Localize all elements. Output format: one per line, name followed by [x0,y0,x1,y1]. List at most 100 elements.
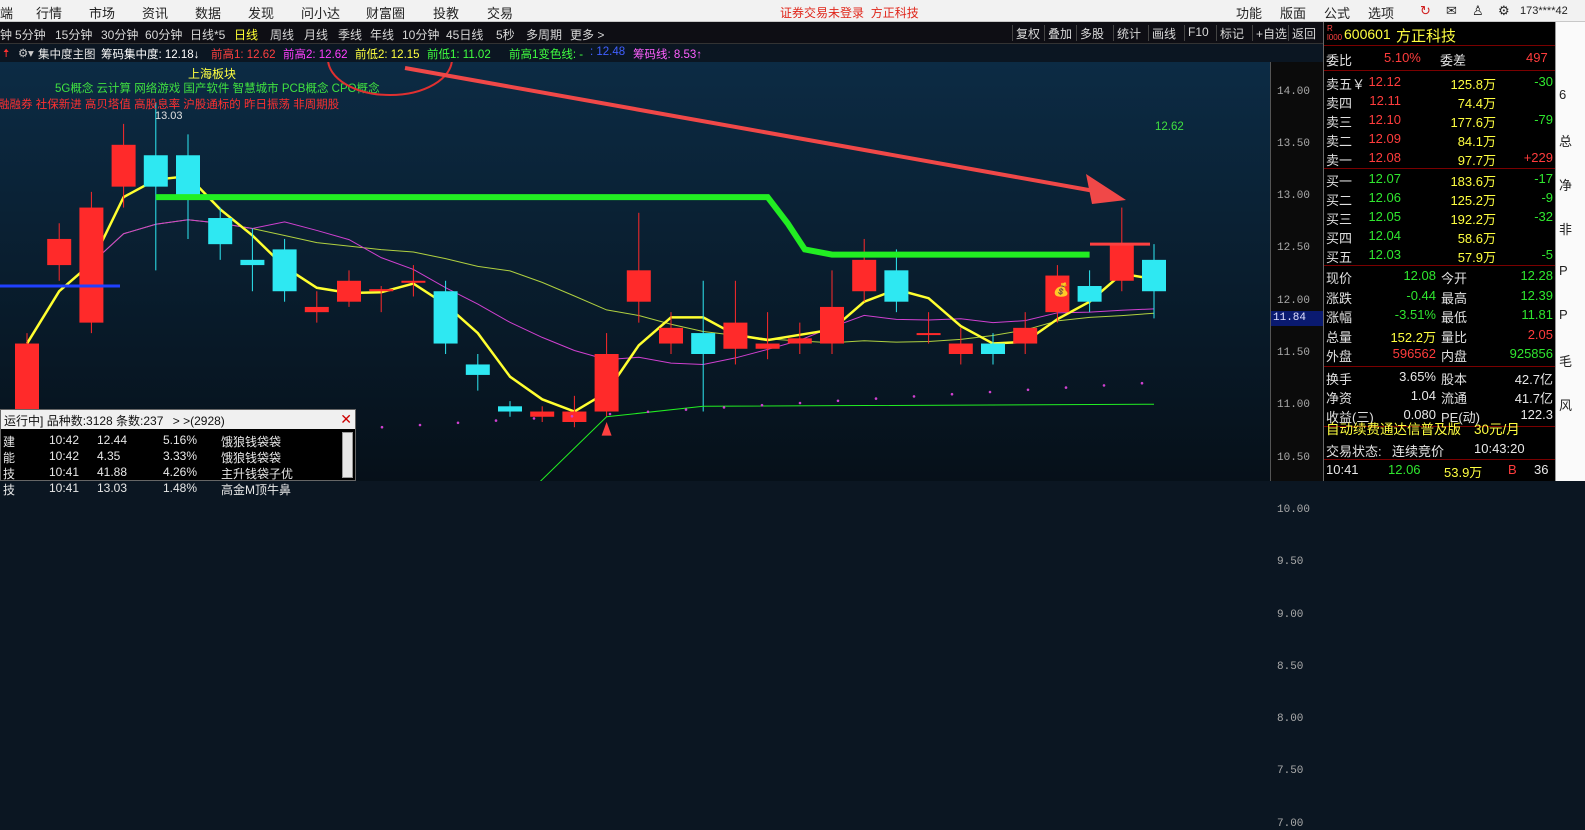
draw-line-button[interactable]: 画线 [1148,25,1179,41]
bid-row: 买一 12.07 183.6万 -17 [1324,170,1556,189]
menu-bar: 端 行情 市场 资讯 数据 发现 问小达 财富圈 投教 交易 证券交易未登录 方… [0,0,1585,22]
menu-item-trade[interactable]: 交易 [487,3,513,22]
period-tab-more[interactable]: 更多 > [570,26,604,43]
period-tab-weekly[interactable]: 周线 [270,26,294,43]
candle-body [981,343,1005,354]
promo-banner[interactable]: 自动续费通达信普及版 30元/月 [1324,417,1556,437]
period-tab-5sec[interactable]: 5秒 [496,26,515,43]
indicator-value: 前低1: 11.02 [427,49,491,61]
ask-price: 12.10 [1368,112,1401,127]
trade-login-status[interactable]: 证券交易未登录 方正科技 [780,4,919,21]
bid-volume: 57.9万 [1457,250,1496,265]
signal-row[interactable]: 技 10:41 41.88 4.26% 主升钱袋子优 [1,464,341,481]
period-tab-day5[interactable]: 日线*5 [190,26,225,43]
edge-label: 毛 [1559,354,1573,369]
stat-value: -3.51% [1394,307,1436,322]
add-watchlist-button[interactable]: +自选 [1252,25,1290,41]
menu-item-functions[interactable]: 功能 [1236,3,1262,22]
mark-button[interactable]: 标记 [1216,25,1247,41]
period-tab-multi[interactable]: 多周期 [526,26,562,43]
stat-row: 涨跌 -0.44 最高 12.39 [1324,287,1556,306]
period-tab-monthly[interactable]: 月线 [304,26,328,43]
menu-item-wealth-circle[interactable]: 财富圈 [366,3,405,22]
chip-dot [760,403,764,407]
chip-dot [646,410,650,414]
chip-dot [912,395,916,398]
candle-body [15,343,39,417]
signal-row[interactable]: 技 10:41 13.03 1.48% 高金M顶牛鼻 [1,480,341,497]
stat-label: 今开 [1441,271,1468,286]
level-badge: Rl000 [1327,24,1343,42]
price-tick: 10.50 [1277,451,1311,464]
period-tab-45day[interactable]: 45日线 [446,26,483,43]
period-tab-30min[interactable]: 30分钟 [101,26,138,43]
bid-label: 买五 [1326,250,1353,265]
ask-row: 卖一 12.08 97.7万 +229 [1324,149,1556,168]
stat-label: 涨幅 [1326,310,1353,325]
refresh-icon[interactable]: ↻ [1420,3,1431,19]
signal-row[interactable]: 能 10:42 4.35 3.33% 饿狼钱袋袋 [1,448,341,465]
menu-item-ask[interactable]: 问小达 [301,3,340,22]
restore-rights-button[interactable]: 复权 [1012,25,1043,41]
signal-price: 12.44 [97,433,128,447]
shirt-icon[interactable]: ♙ [1472,3,1484,19]
period-tab-yearly[interactable]: 年线 [370,26,394,43]
multi-stock-button[interactable]: 多股 [1076,25,1107,41]
ask-change: +229 [1523,150,1553,165]
ask-volume: 74.4万 [1457,96,1496,111]
menu-item-layout[interactable]: 版面 [1280,3,1306,22]
side-panel-edge: 6 总净非 P P 毛风 [1555,22,1585,481]
menu-item-data[interactable]: 数据 [195,3,221,22]
period-tab-60min[interactable]: 60分钟 [145,26,182,43]
close-icon[interactable]: ✕ [340,411,352,428]
menu-item-discover[interactable]: 发现 [248,3,274,22]
divider [1324,168,1556,169]
bid-price: 12.05 [1368,209,1401,224]
ask-change: -30 [1534,74,1553,89]
f10-button[interactable]: F10 [1184,25,1212,41]
scrollbar[interactable] [342,432,353,478]
stat-label: 最低 [1441,310,1468,325]
chip-dot [1064,386,1068,389]
stat-label: 外盘 [1326,349,1353,364]
signal-row[interactable]: 建 10:42 12.44 5.16% 饿狼钱袋袋 [1,432,341,449]
chevron-down-icon[interactable]: ▾ [28,46,34,60]
bid-volume: 183.6万 [1450,174,1496,189]
settings-icon[interactable]: ⚙ [18,46,28,60]
menu-item-quotes[interactable]: 行情 [36,3,62,22]
tick-volume: 53.9万 [1444,465,1483,480]
period-tab-daily[interactable]: 日线 [234,26,258,43]
menu-item-market[interactable]: 市场 [89,3,115,22]
menu-item-news[interactable]: 资讯 [142,3,168,22]
price-tick: 9.50 [1277,556,1304,569]
bid-change: -5 [1541,247,1553,262]
period-tab-quarterly[interactable]: 季线 [338,26,362,43]
back-button[interactable]: 返回 [1288,25,1319,41]
menu-item-education[interactable]: 投教 [433,3,459,22]
mail-icon[interactable]: ✉ [1446,3,1457,19]
statistics-button[interactable]: 统计 [1113,25,1144,41]
bid-label: 买三 [1326,212,1353,227]
ask-row: 卖五￥ 12.12 125.8万 -30 [1324,73,1556,92]
period-tab-5min[interactable]: 5分钟 [15,26,46,43]
stat-row: 总量 152.2万 量比 2.05 [1324,326,1556,345]
divider [1324,265,1556,266]
period-tab[interactable]: 钟 [0,26,12,43]
settings-icon[interactable]: ⚙ [1498,3,1510,19]
candle-body [530,411,555,417]
fund-value: 3.65% [1399,369,1436,384]
ask-row: 卖二 12.09 84.1万 [1324,130,1556,149]
chip-dot [988,390,992,394]
overlay-button[interactable]: 叠加 [1044,25,1075,41]
menu-item-options[interactable]: 选项 [1368,3,1394,22]
fund-label: 净资 [1326,391,1353,406]
period-tab-15min[interactable]: 15分钟 [55,26,92,43]
menu-item-formula[interactable]: 公式 [1324,3,1350,22]
period-tab-10min[interactable]: 10分钟 [402,26,439,43]
current-price-tag: 11.84 [1271,311,1323,327]
more-link[interactable]: > >(2928) [173,414,225,428]
ask-volume: 84.1万 [1457,134,1496,149]
menu-item[interactable]: 端 [0,3,13,22]
main-indicator-label[interactable]: 集中度主图 [38,46,96,62]
account-name[interactable]: 173****42 [1520,5,1568,17]
